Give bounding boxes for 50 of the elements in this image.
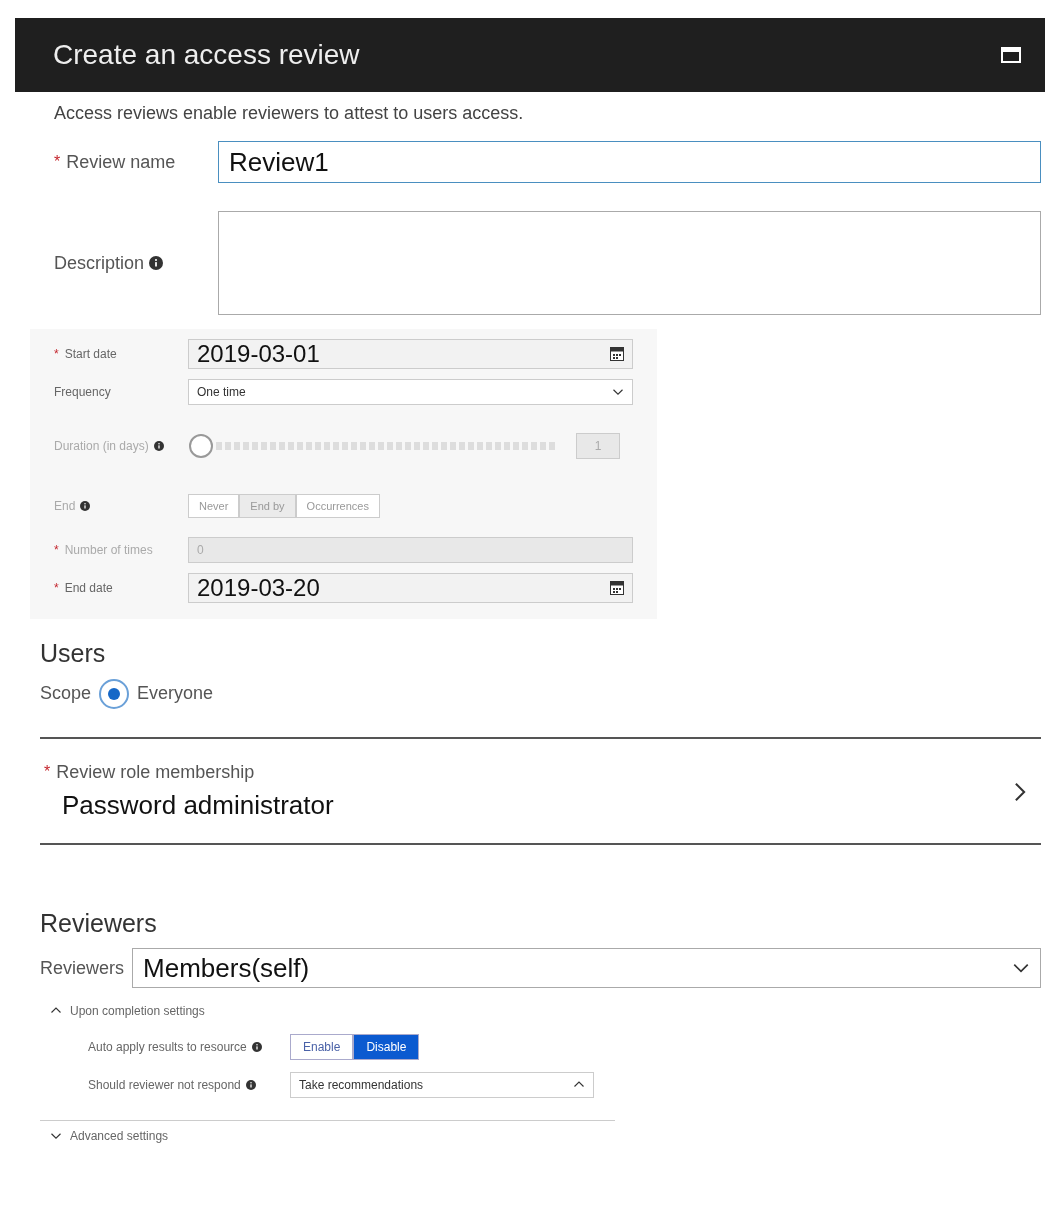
frequency-dropdown[interactable]: One time xyxy=(188,379,633,405)
field-label: End date xyxy=(64,580,113,597)
window-title: Create an access review xyxy=(53,38,360,72)
info-icon xyxy=(149,256,164,270)
section-heading: Reviewers xyxy=(40,907,158,939)
end-date-field[interactable]: 2019-03-20 xyxy=(188,573,633,603)
reviewers-dropdown[interactable]: Members(self) xyxy=(132,948,1041,988)
info-icon xyxy=(153,441,164,451)
expander-toggle[interactable]: Upon completion settings xyxy=(50,1002,205,1020)
expander-toggle[interactable]: Advanced settings xyxy=(50,1127,169,1145)
required-mark: * xyxy=(54,580,59,597)
info-icon xyxy=(251,1042,262,1052)
calendar-icon xyxy=(610,347,624,361)
required-mark: * xyxy=(44,762,51,782)
calendar-icon xyxy=(610,581,624,595)
required-mark: * xyxy=(54,152,61,172)
info-icon xyxy=(80,501,91,511)
field-label: Reviewers xyxy=(40,956,125,980)
field-label: Number of times xyxy=(64,542,153,559)
intro-text: Access reviews enable reviewers to attest to users access. xyxy=(54,102,525,125)
field-label: Review name xyxy=(66,150,176,174)
required-mark: * xyxy=(54,542,59,559)
response-dropdown[interactable]: Take recommendations xyxy=(290,1072,594,1098)
toggle-option[interactable]: Disable xyxy=(353,1034,420,1060)
field-value: 2019-03-01 xyxy=(197,339,320,369)
review-name-field[interactable]: Review1 xyxy=(218,141,1041,183)
required-mark: * xyxy=(54,346,59,363)
field-value: Take recommendations xyxy=(299,1077,424,1094)
role-picker[interactable]: * Review role membership Password administrator xyxy=(40,738,1041,843)
field-label: Auto apply results to resource xyxy=(88,1039,247,1056)
field-label: Should reviewer not respond xyxy=(88,1077,241,1094)
field-label: Frequency xyxy=(54,384,111,401)
field-label: Start date xyxy=(64,346,117,363)
field-label: End xyxy=(54,498,76,515)
toggle-option[interactable]: Enable xyxy=(290,1034,354,1060)
section-heading: Users xyxy=(40,638,107,669)
field-value: Members(self) xyxy=(143,951,310,985)
info-icon xyxy=(245,1080,256,1090)
maximize-icon xyxy=(1001,47,1021,63)
field-label: Review role membership xyxy=(56,760,255,784)
field-value: One time xyxy=(197,384,246,401)
field-label: Description xyxy=(54,251,145,275)
radio-button[interactable] xyxy=(99,678,130,709)
description-field[interactable] xyxy=(218,211,1041,315)
field-value: Password administrator xyxy=(62,788,334,822)
field-value: 2019-03-20 xyxy=(197,573,320,603)
start-date-field[interactable]: 2019-03-01 xyxy=(188,339,633,369)
radio-label: Everyone xyxy=(137,682,214,705)
field-label: Scope xyxy=(40,682,92,705)
field-label: Duration (in days) xyxy=(54,438,149,455)
